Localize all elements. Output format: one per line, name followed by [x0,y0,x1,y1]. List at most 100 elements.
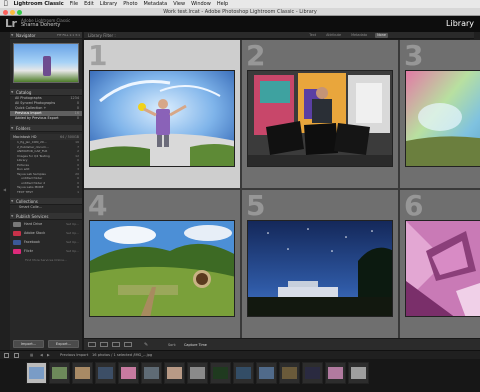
publish-services-header[interactable]: Publish Services [10,213,82,220]
grid-cell[interactable]: 5 [242,189,398,338]
filmstrip-thumbnail-image [259,367,274,379]
filmstrip-thumbnail[interactable] [187,362,208,384]
filmstrip-thumbnail-image [282,367,297,379]
spray-can-icon[interactable]: ✎ [144,342,148,348]
filmstrip-thumbnail-image [167,367,182,379]
filmstrip-thumbnail[interactable] [95,362,116,384]
grid-cell[interactable]: 2 [242,39,398,188]
apple-icon[interactable]:  [4,0,8,8]
menu-photo[interactable]: Photo [123,0,137,8]
publish-hard-drive[interactable]: Hard Drive Set Up... [10,220,82,229]
filmstrip-thumbnail[interactable] [348,362,369,384]
menu-file[interactable]: File [70,0,78,8]
navigator-zoom-options[interactable]: FIT FILL 1:1 3:1 [57,32,80,39]
window-title-bar: Work test.lrcat - Adobe Photoshop Lightr… [0,8,480,16]
publish-facebook[interactable]: Facebook Set Up... [10,238,82,247]
menu-edit[interactable]: Edit [84,0,94,8]
grid-cell[interactable]: 3 [400,39,480,188]
filmstrip-thumbnail-image [121,367,136,379]
left-panel: Navigator FIT FILL 1:1 3:1 Catalog All P… [10,32,82,350]
photo-thumbnail[interactable] [89,220,235,317]
menu-help[interactable]: Help [217,0,228,8]
cell-index: 6 [404,189,424,222]
filmstrip-thumbnail[interactable] [256,362,277,384]
grid-view-icon[interactable] [88,342,96,347]
filmstrip-thumbnail[interactable] [210,362,231,384]
user-name: Sharna Doherty [21,22,61,28]
grid-cell[interactable]: 6 [400,189,480,338]
folders-title: Folders [16,126,31,131]
import-export-bar: Import... Export... [10,338,82,350]
catalog-header[interactable]: Catalog [10,89,82,96]
library-filter-bar: Library Filter : Text Attribute Metadata… [84,32,474,39]
filmstrip-thumbnail-image [75,367,90,379]
secondary-window-icon[interactable] [14,353,19,358]
publish-label: Hard Drive [24,222,43,226]
photo-thumbnail[interactable] [405,220,480,317]
folders-header[interactable]: Folders [10,125,82,132]
filmstrip-bar: ▦ ◀ ▶ Previous Import 16 photos / 1 sele… [0,350,480,359]
menu-metadata[interactable]: Metadata [144,0,168,8]
publish-services-title: Publish Services [16,214,49,219]
filmstrip-thumbnail[interactable] [118,362,139,384]
graffiti-vinyl-photo [248,71,392,166]
filmstrip-thumbnail[interactable] [233,362,254,384]
triangle-left-icon: ◀ [3,187,7,192]
catalog-item-label: Quick Collection + [15,106,47,110]
navigator-preview[interactable] [13,43,79,83]
filter-tab-none[interactable]: None [375,33,388,38]
filmstrip-thumbnail-image [190,367,205,379]
loupe-view-icon[interactable] [100,342,108,347]
find-more-services-link[interactable]: Find More Services Online... [10,258,82,262]
navigator-header[interactable]: Navigator FIT FILL 1:1 3:1 [10,32,82,39]
folder-label: Run edit [17,167,30,171]
module-library[interactable]: Library [446,19,474,29]
lightroom-logo: Lr [5,17,17,30]
folder-item[interactable]: TEXT TEST 1 [10,190,82,195]
left-panel-toggle[interactable]: ◀ [0,32,10,350]
setup-link[interactable]: Set Up... [66,220,79,229]
filmstrip-thumbnail[interactable] [26,362,47,384]
menu-view[interactable]: View [173,0,185,8]
filmstrip-thumbnail[interactable] [141,362,162,384]
publish-flickr[interactable]: Flickr Set Up... [10,247,82,256]
grid-cell[interactable]: 4 [84,189,240,338]
filmstrip-thumbnail[interactable] [72,362,93,384]
photo-thumbnail[interactable] [405,70,480,167]
filmstrip-thumbnail[interactable] [302,362,323,384]
primary-window-icon[interactable] [4,353,9,358]
folders-list: Macintosh HD 64 / 500GB 1_Pg_Jan_CON_20.… [10,134,82,194]
filmstrip-thumbnail[interactable] [325,362,346,384]
filter-tab-text[interactable]: Text [307,33,318,38]
publish-adobe-stock[interactable]: Adobe Stock Set Up... [10,229,82,238]
flickr-icon [13,249,21,254]
filmstrip-thumbnail[interactable] [49,362,70,384]
compare-view-icon[interactable] [112,342,120,347]
filmstrip-thumbnail[interactable] [164,362,185,384]
filter-tab-metadata[interactable]: Metadata [349,33,369,38]
survey-view-icon[interactable] [124,342,132,347]
setup-link[interactable]: Set Up... [66,247,79,256]
folder-label: 1_Pg_Jan_CON_20... [17,140,47,144]
import-button[interactable]: Import... [13,340,44,348]
catalog-title: Catalog [16,90,32,95]
window-title: Work test.lrcat - Adobe Photoshop Lightr… [163,9,317,15]
photo-thumbnail[interactable] [247,220,393,317]
grid-cell[interactable]: 1 [84,39,240,188]
catalog-item-label: All Photographs [15,96,42,100]
catalog-item-previous-export[interactable]: Added by Previous Export 0 [10,116,82,121]
collections-header[interactable]: Collections [10,198,82,205]
export-button[interactable]: Export... [48,340,79,348]
folder-label: Library [17,158,28,162]
photo-thumbnail[interactable] [247,70,393,167]
menu-app-name[interactable]: Lightroom Classic [14,0,64,8]
menu-window[interactable]: Window [191,0,211,8]
collection-item[interactable]: Smart Colle... [10,205,82,210]
filmstrip-thumbnail[interactable] [279,362,300,384]
setup-link[interactable]: Set Up... [66,238,79,247]
filter-tab-attribute[interactable]: Attribute [324,33,343,38]
menu-library[interactable]: Library [100,0,117,8]
menu-bar:  Lightroom Classic File Edit Library Ph… [0,0,480,8]
setup-link[interactable]: Set Up... [66,229,79,238]
photo-thumbnail[interactable] [89,70,235,167]
